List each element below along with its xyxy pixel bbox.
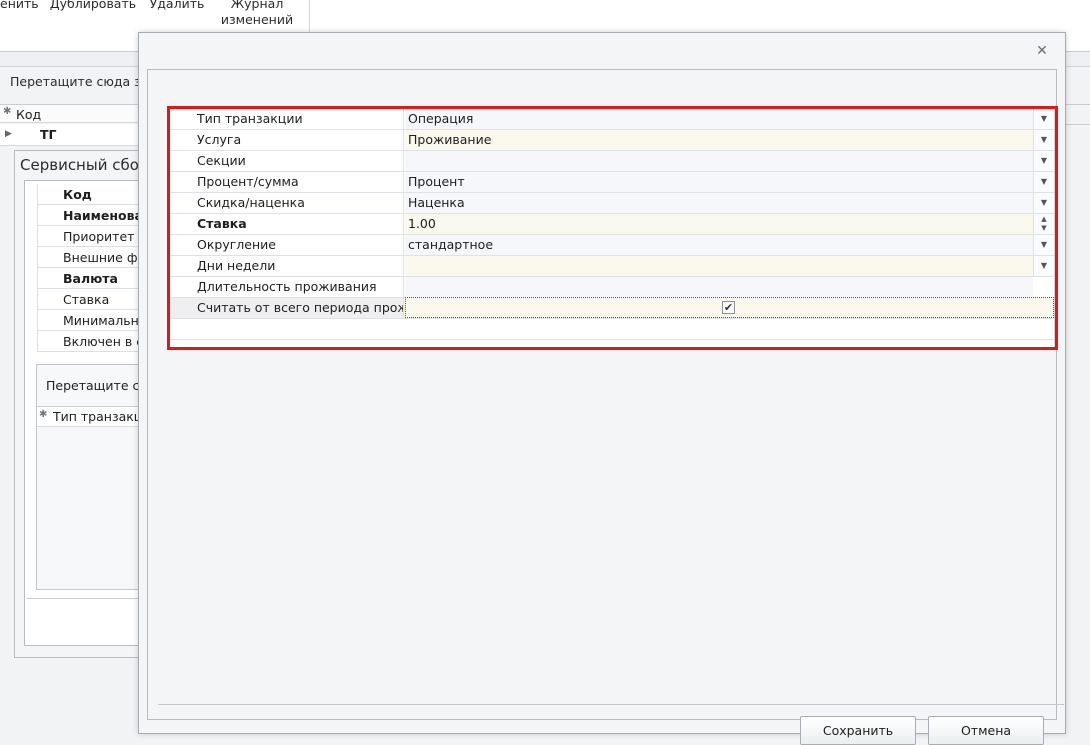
- toolbar-save-button[interactable]: енить: [0, 0, 39, 12]
- divider: [26, 598, 140, 599]
- property-row[interactable]: Тип транзакции Операция ▼: [170, 109, 1054, 130]
- toolbar-duplicate-button[interactable]: Дублировать: [48, 0, 138, 12]
- field-label: Код: [37, 184, 140, 205]
- property-label: Услуга: [170, 130, 404, 150]
- field-label: Валюта: [37, 268, 140, 289]
- dropdown-arrow-icon[interactable]: ▼: [1033, 151, 1054, 171]
- save-button[interactable]: Сохранить: [800, 716, 916, 745]
- property-value[interactable]: Наценка: [405, 193, 1033, 213]
- field-label: Приоритет: [37, 226, 140, 247]
- field-label: Внешние фун: [37, 247, 140, 268]
- property-label: Ставка: [170, 214, 404, 234]
- table-row[interactable]: ▶ ТГ: [0, 124, 140, 146]
- dropdown-arrow-icon[interactable]: ▼: [1033, 256, 1054, 276]
- spin-buttons-icon[interactable]: ▲ ▼: [1033, 214, 1054, 234]
- dropdown-arrow-icon[interactable]: ▼: [1033, 130, 1054, 150]
- toolbar-delete-button[interactable]: Удалить: [148, 0, 206, 12]
- property-row[interactable]: Считать от всего периода прожив ✔: [170, 297, 1054, 319]
- property-value[interactable]: [405, 256, 1033, 276]
- column-header-code[interactable]: Код: [16, 107, 41, 122]
- property-row[interactable]: Ставка 1.00 ▲ ▼: [170, 214, 1054, 235]
- property-label: Дни недели: [170, 256, 404, 276]
- grid-bottom-line: [170, 339, 1054, 340]
- property-row[interactable]: Услуга Проживание ▼: [170, 130, 1054, 151]
- footer-divider: [158, 704, 1064, 705]
- dropdown-arrow-icon[interactable]: ▼: [1033, 193, 1054, 213]
- property-row[interactable]: Скидка/наценка Наценка ▼: [170, 193, 1054, 214]
- dialog-content: Тип транзакции Операция ▼ Услуга Проживание ▼…: [147, 69, 1064, 745]
- property-grid: Тип транзакции Операция ▼ Услуга Проживание ▼…: [169, 108, 1055, 350]
- new-row-icon: ✱: [39, 409, 48, 420]
- property-label: Тип транзакции: [170, 109, 404, 129]
- journal-label-line2: изменений: [220, 12, 294, 27]
- edit-dialog: ✕ Тип транзакции Операция ▼ Услуга Проживани…: [138, 32, 1066, 745]
- transactions-panel: [36, 364, 140, 590]
- field-label: Наименова: [37, 205, 140, 226]
- grid-header: ✱ Код: [0, 104, 140, 123]
- property-label: Процент/сумма: [170, 172, 404, 192]
- cell-code: ТГ: [40, 127, 57, 142]
- property-row[interactable]: Длительность проживания: [170, 277, 1054, 298]
- group-by-panel-label[interactable]: Перетащите сюда за: [10, 74, 148, 89]
- row-indicator-icon: ▶: [5, 129, 12, 139]
- checkbox[interactable]: ✔: [722, 301, 735, 314]
- toolbar-separator: [309, 0, 310, 36]
- field-label: Ставка: [37, 289, 140, 310]
- field-label: Минимальная: [37, 310, 140, 331]
- property-value[interactable]: стандартное: [405, 235, 1033, 255]
- property-value[interactable]: Операция: [405, 109, 1033, 129]
- property-label: Длительность проживания: [170, 277, 404, 297]
- property-value[interactable]: [405, 277, 1033, 297]
- cancel-button[interactable]: Отмена: [928, 716, 1044, 745]
- new-row-icon: ✱: [3, 106, 12, 117]
- property-label: Скидка/наценка: [170, 193, 404, 213]
- service-fee-title: Сервисный сбор(: [20, 156, 155, 174]
- property-label: Округление: [170, 235, 404, 255]
- property-row[interactable]: Дни недели ▼: [170, 256, 1054, 277]
- column-header-transaction-type[interactable]: Тип транзакци: [53, 409, 150, 424]
- dropdown-arrow-icon[interactable]: ▼: [1033, 172, 1054, 192]
- dropdown-arrow-icon[interactable]: ▼: [1033, 235, 1054, 255]
- dropdown-arrow-icon[interactable]: ▼: [1033, 109, 1054, 129]
- property-value[interactable]: [405, 151, 1033, 171]
- field-label: Включен в с: [37, 331, 140, 352]
- sub-grid-header: ✱ Тип транзакци: [37, 406, 150, 427]
- property-checkbox-cell[interactable]: ✔: [405, 297, 1054, 318]
- property-row[interactable]: Процент/сумма Процент ▼: [170, 172, 1054, 193]
- property-label: Секции: [170, 151, 404, 171]
- service-field-list: КодНаименоваПриоритетВнешние фунВалютаСт…: [37, 184, 140, 352]
- property-value[interactable]: Процент: [405, 172, 1033, 192]
- property-row[interactable]: Округление стандартное ▼: [170, 235, 1054, 256]
- checkmark-icon: ✔: [723, 301, 734, 314]
- toolbar-journal-button[interactable]: Журнал изменений: [212, 0, 302, 28]
- journal-label-line1: Журнал: [230, 0, 284, 11]
- property-value[interactable]: Проживание: [405, 130, 1033, 150]
- property-value[interactable]: 1.00: [405, 214, 1033, 234]
- property-row[interactable]: Секции ▼: [170, 151, 1054, 172]
- close-icon[interactable]: ✕: [1034, 43, 1050, 59]
- property-label: Считать от всего периода прожив: [170, 298, 404, 318]
